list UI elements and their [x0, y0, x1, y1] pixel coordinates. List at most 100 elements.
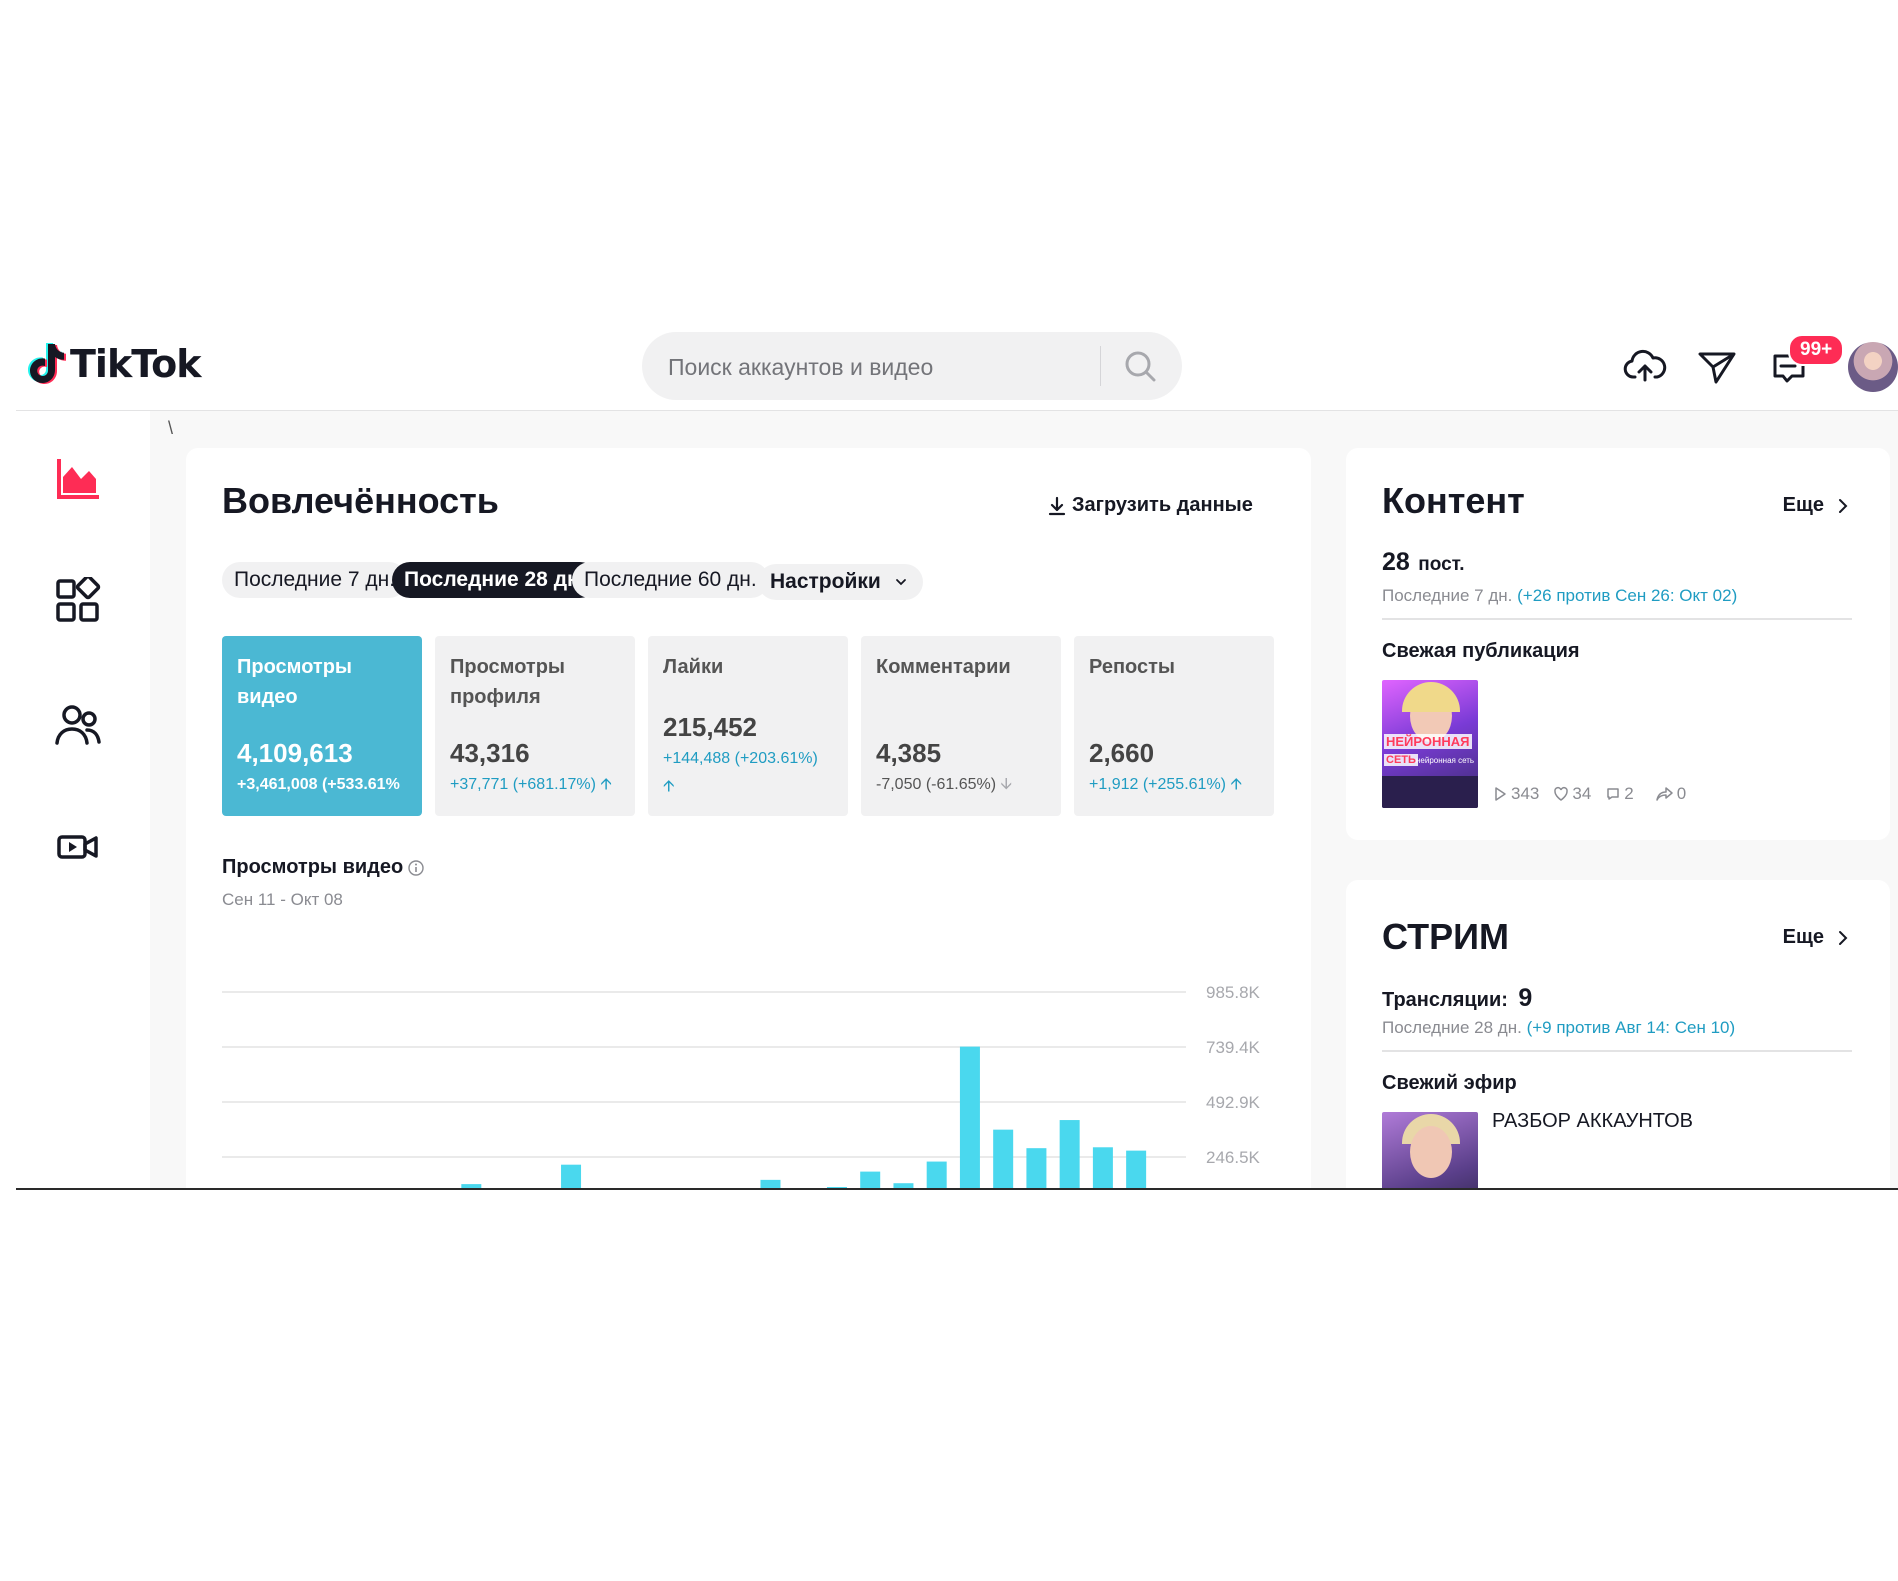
tile-delta-row: -7,050 (-61.65%) 🡫	[876, 770, 1056, 800]
streams-period: Последние 28 дн.	[1382, 1018, 1522, 1037]
thumb-text-1: НЕЙРОННАЯ	[1384, 734, 1472, 749]
views-stat: 343	[1492, 784, 1539, 804]
comment-icon	[1607, 788, 1620, 800]
latest-post-thumbnail[interactable]: НЕЙРОННАЯ СЕТЬ нейронная сеть	[1382, 680, 1478, 808]
more-label: Еще	[1782, 926, 1824, 948]
metric-tile-profile-views[interactable]: Просмотры профиля 43,316 +37,771 (+681.1…	[435, 636, 635, 816]
posts-period-row: Последние 7 дн. (+26 против Сен 26: Окт …	[1382, 586, 1737, 606]
content-title: Контент	[1382, 480, 1525, 521]
search-input[interactable]	[666, 346, 1090, 388]
tile-value: 4,109,613	[237, 738, 353, 768]
period-pill-7[interactable]: Последние 7 дн.	[222, 562, 408, 598]
tiktok-note-icon	[28, 343, 66, 384]
avatar[interactable]	[1848, 342, 1898, 392]
chart-bar[interactable]	[926, 1161, 947, 1190]
period-pill-28[interactable]: Последние 28 дн.	[392, 562, 598, 598]
arrow-down-icon: 🡫	[1000, 776, 1013, 793]
shares-count: 0	[1676, 784, 1687, 803]
metric-tile-video-views[interactable]: Просмотры видео 4,109,613 +3,461,008 (+5…	[222, 636, 422, 816]
metric-tile-comments[interactable]: Комментарии 4,385 -7,050 (-61.65%) 🡫	[861, 636, 1061, 816]
download-data-button[interactable]: Загрузить данные	[1046, 494, 1253, 517]
chevron-right-icon	[1839, 498, 1848, 513]
tiktok-logo[interactable]: TikTok	[26, 342, 201, 386]
comments-stat: 2	[1605, 784, 1634, 804]
live-more-link[interactable]: Еще	[1783, 926, 1854, 949]
streams-count-row: Трансляции: 9	[1382, 984, 1532, 1013]
chart-bar[interactable]	[760, 1179, 781, 1190]
chart-bar[interactable]	[1092, 1147, 1113, 1190]
y-tick-label: 739.4K	[1206, 1038, 1261, 1057]
tile-value: 215,452	[663, 712, 757, 742]
chart-bar[interactable]	[1026, 1148, 1047, 1190]
metric-tile-shares[interactable]: Репосты 2,660 +1,912 (+255.61%) 🡩	[1074, 636, 1274, 816]
arrow-up-icon: 🡩	[600, 776, 612, 793]
search-button[interactable]	[1118, 344, 1164, 388]
messages-button[interactable]	[1694, 344, 1740, 390]
thumb-bottom	[1382, 776, 1478, 808]
latest-live-thumbnail[interactable]	[1382, 1112, 1478, 1188]
content-card: Контент Еще 28 пост. Последние 7 дн. (+2…	[1346, 448, 1890, 840]
chart-bar[interactable]	[826, 1187, 847, 1190]
engagement-title: Вовлечённость	[222, 480, 499, 521]
play-icon	[1495, 787, 1506, 801]
tile-delta-row: +1,912 (+255.61%) 🡩	[1089, 770, 1269, 800]
share-icon	[1656, 787, 1673, 801]
tile-delta: +37,771 (+681.17%)	[450, 776, 596, 793]
chart-date-range: Сен 11 - Окт 08	[222, 890, 343, 909]
chevron-down-icon	[895, 579, 906, 586]
chart-bar[interactable]	[860, 1171, 881, 1190]
sidebar-item-live[interactable]	[54, 823, 102, 871]
chart-bar[interactable]	[1059, 1120, 1080, 1190]
likes-count: 34	[1572, 784, 1592, 803]
video-views-chart: 985.8K739.4K492.9K246.5K0	[222, 983, 1261, 1190]
tile-value: 43,316	[450, 738, 530, 768]
y-tick-label: 985.8K	[1206, 983, 1261, 1002]
chart-bar[interactable]	[959, 1046, 980, 1190]
chart-bar[interactable]	[561, 1164, 582, 1190]
top-header: TikTok Поиск аккаунтов и видео 99+	[16, 322, 1898, 411]
shares-stat: 0	[1656, 784, 1686, 804]
settings-dropdown[interactable]: Настройки	[758, 564, 923, 600]
info-icon[interactable]	[407, 859, 425, 877]
chart-title: Просмотры видео	[222, 856, 404, 878]
divider	[1382, 618, 1852, 620]
chart-bar[interactable]	[893, 1183, 914, 1190]
latest-live-title: Свежий эфир	[1382, 1072, 1517, 1094]
chart-bar[interactable]	[1126, 1150, 1147, 1190]
download-label: Загрузить данные	[1072, 494, 1253, 516]
thumb-face	[1410, 1126, 1452, 1178]
y-tick-label: 246.5K	[1206, 1148, 1261, 1167]
y-tick-label: 492.9K	[1206, 1093, 1261, 1112]
live-card: СТРИМ Еще Трансляции: 9 Последние 28 дн.…	[1346, 880, 1890, 1188]
logo-text: TikTok	[70, 342, 201, 386]
chart-bar[interactable]	[461, 1184, 482, 1190]
sidebar-item-content[interactable]	[54, 574, 102, 625]
chart-bar[interactable]	[661, 1189, 681, 1190]
download-icon	[1048, 496, 1066, 515]
thumb-text-3: нейронная сеть	[1416, 756, 1475, 765]
content-more-link[interactable]: Еще	[1783, 494, 1854, 517]
divider	[1382, 1050, 1852, 1052]
sidebar-item-followers[interactable]	[54, 701, 102, 749]
period-pill-60[interactable]: Последние 60 дн.	[572, 562, 769, 598]
tile-label: Лайки	[663, 656, 724, 678]
posts-unit: пост.	[1418, 554, 1465, 575]
metric-tile-likes[interactable]: Лайки 215,452 +144,488 (+203.61%) 🡩	[648, 636, 848, 816]
area-chart-icon	[57, 459, 99, 499]
more-label: Еще	[1782, 494, 1824, 516]
tile-delta: +144,488 (+203.61%)	[663, 750, 818, 767]
posts-count-row: 28 пост.	[1382, 548, 1465, 577]
tile-delta: +3,461,008 (+533.61%	[237, 776, 400, 793]
chart-bar[interactable]	[993, 1129, 1014, 1190]
streams-period-row: Последние 28 дн. (+9 против Авг 14: Сен …	[1382, 1018, 1735, 1038]
latest-post-title: Свежая публикация	[1382, 640, 1580, 662]
sidebar-item-analytics[interactable]	[54, 455, 102, 503]
tile-label: Комментарии	[876, 656, 1011, 678]
tile-delta: +1,912 (+255.61%)	[1089, 776, 1226, 793]
posts-count: 28	[1382, 548, 1410, 576]
likes-stat: 34	[1553, 784, 1591, 804]
tile-label: Просмотры видео	[237, 656, 353, 708]
upload-button[interactable]	[1622, 344, 1668, 390]
thumb-text-2: СЕТЬ	[1384, 754, 1418, 766]
thumb-hair	[1402, 682, 1460, 712]
